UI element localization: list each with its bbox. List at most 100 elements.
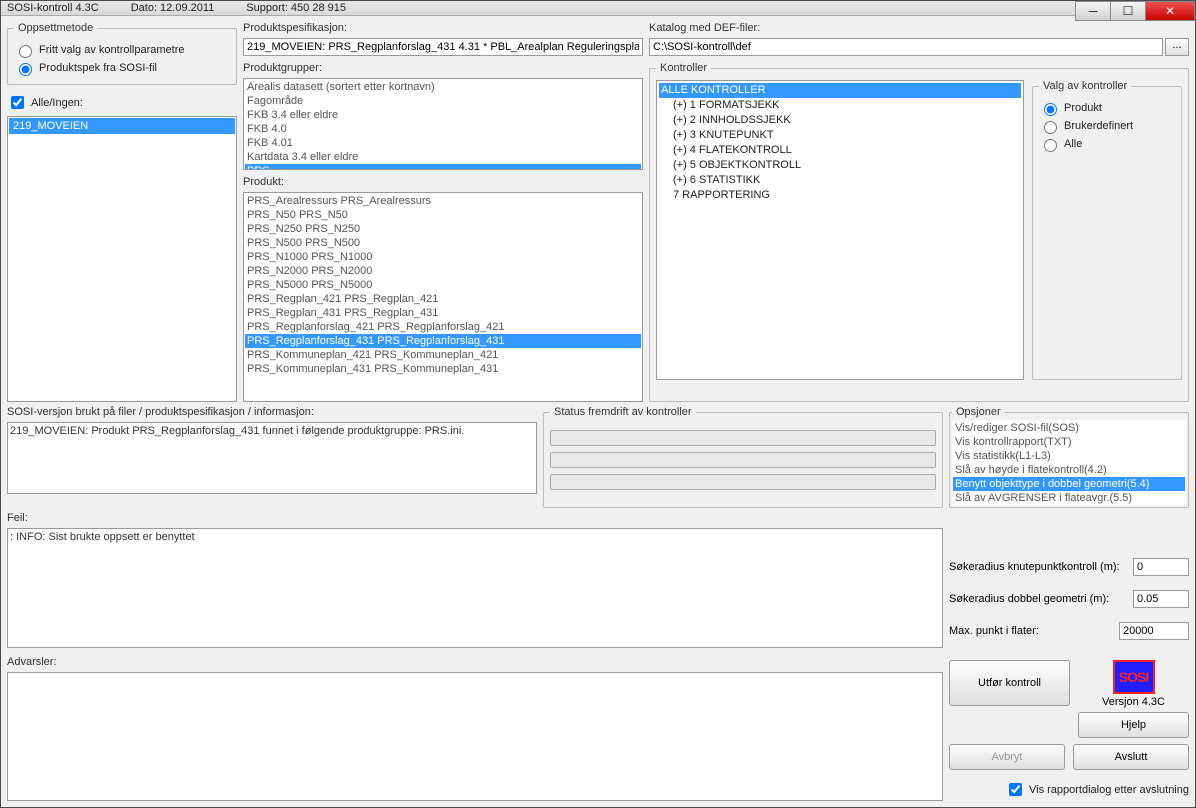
list-item[interactable]: PRS_N5000 PRS_N5000: [245, 278, 641, 292]
produktspes-input[interactable]: [243, 38, 643, 56]
tree-item[interactable]: (+) 6 STATISTIKK: [659, 173, 1021, 188]
tree-item[interactable]: (+) 4 FLATEKONTROLL: [659, 143, 1021, 158]
list-item[interactable]: Vis statistikk(L1-L3): [953, 449, 1185, 463]
status-group: Status fremdrift av kontroller: [543, 406, 943, 508]
valg-kontroller-legend: Valg av kontroller: [1039, 80, 1131, 92]
hjelp-button[interactable]: Hjelp: [1078, 712, 1189, 738]
avbryt-button[interactable]: Avbryt: [949, 744, 1065, 770]
list-item[interactable]: PRS_Kommuneplan_421 PRS_Kommuneplan_421: [245, 348, 641, 362]
avslutt-button[interactable]: Avslutt: [1073, 744, 1189, 770]
radio-produkt[interactable]: [1044, 103, 1057, 116]
produktgrupper-label: Produktgrupper:: [243, 62, 643, 74]
opsjoner-listbox[interactable]: Vis/rediger SOSI-fil(SOS)Vis kontrollrap…: [952, 420, 1186, 505]
list-item[interactable]: PRS_N250 PRS_N250: [245, 222, 641, 236]
param1-input[interactable]: [1133, 558, 1189, 576]
list-item[interactable]: Fagområde: [245, 94, 641, 108]
list-item[interactable]: PRS_Arealressurs PRS_Arealressurs: [245, 194, 641, 208]
app-title: SOSI-kontroll 4.3C: [7, 2, 99, 14]
file-item[interactable]: 219_MOVEIEN: [9, 118, 235, 134]
list-item[interactable]: PRS_Regplanforslag_421 PRS_Regplanforsla…: [245, 320, 641, 334]
list-item[interactable]: Benytt objekttype i dobbel geometri(5.4): [953, 477, 1185, 491]
date-label: Dato: 12.09.2011: [131, 2, 215, 14]
tree-item[interactable]: (+) 1 FORMATSJEKK: [659, 98, 1021, 113]
radio-alle[interactable]: [1044, 139, 1057, 152]
radio-produktspek-label: Produktspek fra SOSI-fil: [39, 62, 157, 74]
rapportdialog-checkbox[interactable]: [1009, 783, 1022, 796]
list-item[interactable]: FKB 3.4 eller eldre: [245, 108, 641, 122]
info-label: SOSI-versjon brukt på filer / produktspe…: [7, 406, 537, 418]
param3-label: Max. punkt i flater:: [949, 625, 1113, 637]
param2-input[interactable]: [1133, 590, 1189, 608]
list-item[interactable]: FKB 4.01: [245, 136, 641, 150]
alle-ingen-checkbox[interactable]: [11, 96, 24, 109]
main-window: SOSI-kontroll 4.3C Dato: 12.09.2011 Supp…: [0, 0, 1196, 808]
alle-ingen-label: Alle/Ingen:: [31, 97, 83, 109]
tree-item[interactable]: 7 RAPPORTERING: [659, 188, 1021, 203]
param1-label: Søkeradius knutepunktkontroll (m):: [949, 561, 1127, 573]
katalog-label: Katalog med DEF-filer:: [649, 22, 1189, 34]
produktgrupper-listbox[interactable]: Arealis datasett (sortert etter kortnavn…: [243, 78, 643, 170]
list-item[interactable]: Vis kontrollrapport(TXT): [953, 435, 1185, 449]
radio-fritt-valg-label: Fritt valg av kontrollparametre: [39, 44, 185, 56]
oppsettmetode-group: Oppsettmetode Fritt valg av kontrollpara…: [7, 22, 237, 85]
feil-textarea[interactable]: : INFO: Sist brukte oppsett er benyttet: [7, 528, 943, 648]
version-label: Versjon 4.3C: [1078, 696, 1189, 708]
param2-label: Søkeradius dobbel geometri (m):: [949, 593, 1127, 605]
tree-item[interactable]: (+) 2 INNHOLDSSJEKK: [659, 113, 1021, 128]
radio-produktspek[interactable]: [19, 63, 32, 76]
list-item[interactable]: Vis/rediger SOSI-fil(SOS): [953, 421, 1185, 435]
files-listbox[interactable]: 219_MOVEIEN: [7, 116, 237, 402]
list-item[interactable]: Slå av høyde i flatekontroll(4.2): [953, 463, 1185, 477]
progress-bar-2: [550, 452, 936, 468]
list-item[interactable]: PRS_N1000 PRS_N1000: [245, 250, 641, 264]
info-text: 219_MOVEIEN: Produkt PRS_Regplanforslag_…: [10, 425, 464, 437]
minimize-button[interactable]: ─: [1075, 1, 1111, 21]
list-item[interactable]: FKB 4.0: [245, 122, 641, 136]
progress-bar-3: [550, 474, 936, 490]
feil-text: : INFO: Sist brukte oppsett er benyttet: [10, 531, 195, 543]
valg-kontroller-group: Valg av kontroller Produkt Brukerdefiner…: [1032, 80, 1182, 380]
kontroller-group: Kontroller ALLE KONTROLLER(+) 1 FORMATSJ…: [649, 62, 1189, 402]
info-textarea[interactable]: 219_MOVEIEN: Produkt PRS_Regplanforslag_…: [7, 422, 537, 494]
radio-fritt-valg[interactable]: [19, 45, 32, 58]
list-item[interactable]: PRS_N50 PRS_N50: [245, 208, 641, 222]
utfor-kontroll-button[interactable]: Utfør kontroll: [949, 660, 1070, 706]
katalog-input[interactable]: [649, 38, 1163, 56]
kontroller-tree[interactable]: ALLE KONTROLLER(+) 1 FORMATSJEKK(+) 2 IN…: [656, 80, 1024, 380]
list-item[interactable]: Kartdata 3.4 eller eldre: [245, 150, 641, 164]
list-item[interactable]: Slå av AVGRENSER i flateavgr.(5.5): [953, 491, 1185, 505]
produkt-label: Produkt:: [243, 176, 643, 188]
list-item[interactable]: PRS: [245, 164, 641, 170]
radio-alle-label: Alle: [1064, 138, 1082, 150]
close-button[interactable]: ✕: [1145, 1, 1195, 21]
opsjoner-legend: Opsjoner: [952, 406, 1005, 418]
list-item[interactable]: PRS_Regplan_421 PRS_Regplan_421: [245, 292, 641, 306]
oppsettmetode-legend: Oppsettmetode: [14, 22, 97, 34]
produktspes-label: Produktspesifikasjon:: [243, 22, 643, 34]
list-item[interactable]: Arealis datasett (sortert etter kortnavn…: [245, 80, 641, 94]
list-item[interactable]: PRS_N2000 PRS_N2000: [245, 264, 641, 278]
tree-item[interactable]: (+) 5 OBJEKTKONTROLL: [659, 158, 1021, 173]
produkt-listbox[interactable]: PRS_Arealressurs PRS_ArealressursPRS_N50…: [243, 192, 643, 402]
param3-input[interactable]: [1119, 622, 1189, 640]
radio-brukerdef[interactable]: [1044, 121, 1057, 134]
advarsler-label: Advarsler:: [7, 656, 943, 668]
progress-bar-1: [550, 430, 936, 446]
status-legend: Status fremdrift av kontroller: [550, 406, 696, 418]
sosi-logo: SOSI: [1113, 660, 1155, 694]
maximize-button[interactable]: ☐: [1110, 1, 1146, 21]
titlebar: SOSI-kontroll 4.3C Dato: 12.09.2011 Supp…: [1, 1, 1195, 16]
opsjoner-group: Opsjoner Vis/rediger SOSI-fil(SOS)Vis ko…: [949, 406, 1189, 508]
support-label: Support: 450 28 915: [246, 2, 346, 14]
tree-item[interactable]: (+) 3 KNUTEPUNKT: [659, 128, 1021, 143]
kontroller-legend: Kontroller: [656, 62, 711, 74]
list-item[interactable]: PRS_N500 PRS_N500: [245, 236, 641, 250]
list-item[interactable]: PRS_Kommuneplan_431 PRS_Kommuneplan_431: [245, 362, 641, 376]
advarsler-textarea[interactable]: [7, 672, 943, 801]
tree-root[interactable]: ALLE KONTROLLER: [659, 83, 1021, 98]
list-item[interactable]: PRS_Regplanforslag_431 PRS_Regplanforsla…: [245, 334, 641, 348]
feil-label: Feil:: [7, 512, 943, 524]
list-item[interactable]: PRS_Regplan_431 PRS_Regplan_431: [245, 306, 641, 320]
browse-button[interactable]: ...: [1165, 38, 1189, 56]
radio-produkt-label: Produkt: [1064, 102, 1102, 114]
